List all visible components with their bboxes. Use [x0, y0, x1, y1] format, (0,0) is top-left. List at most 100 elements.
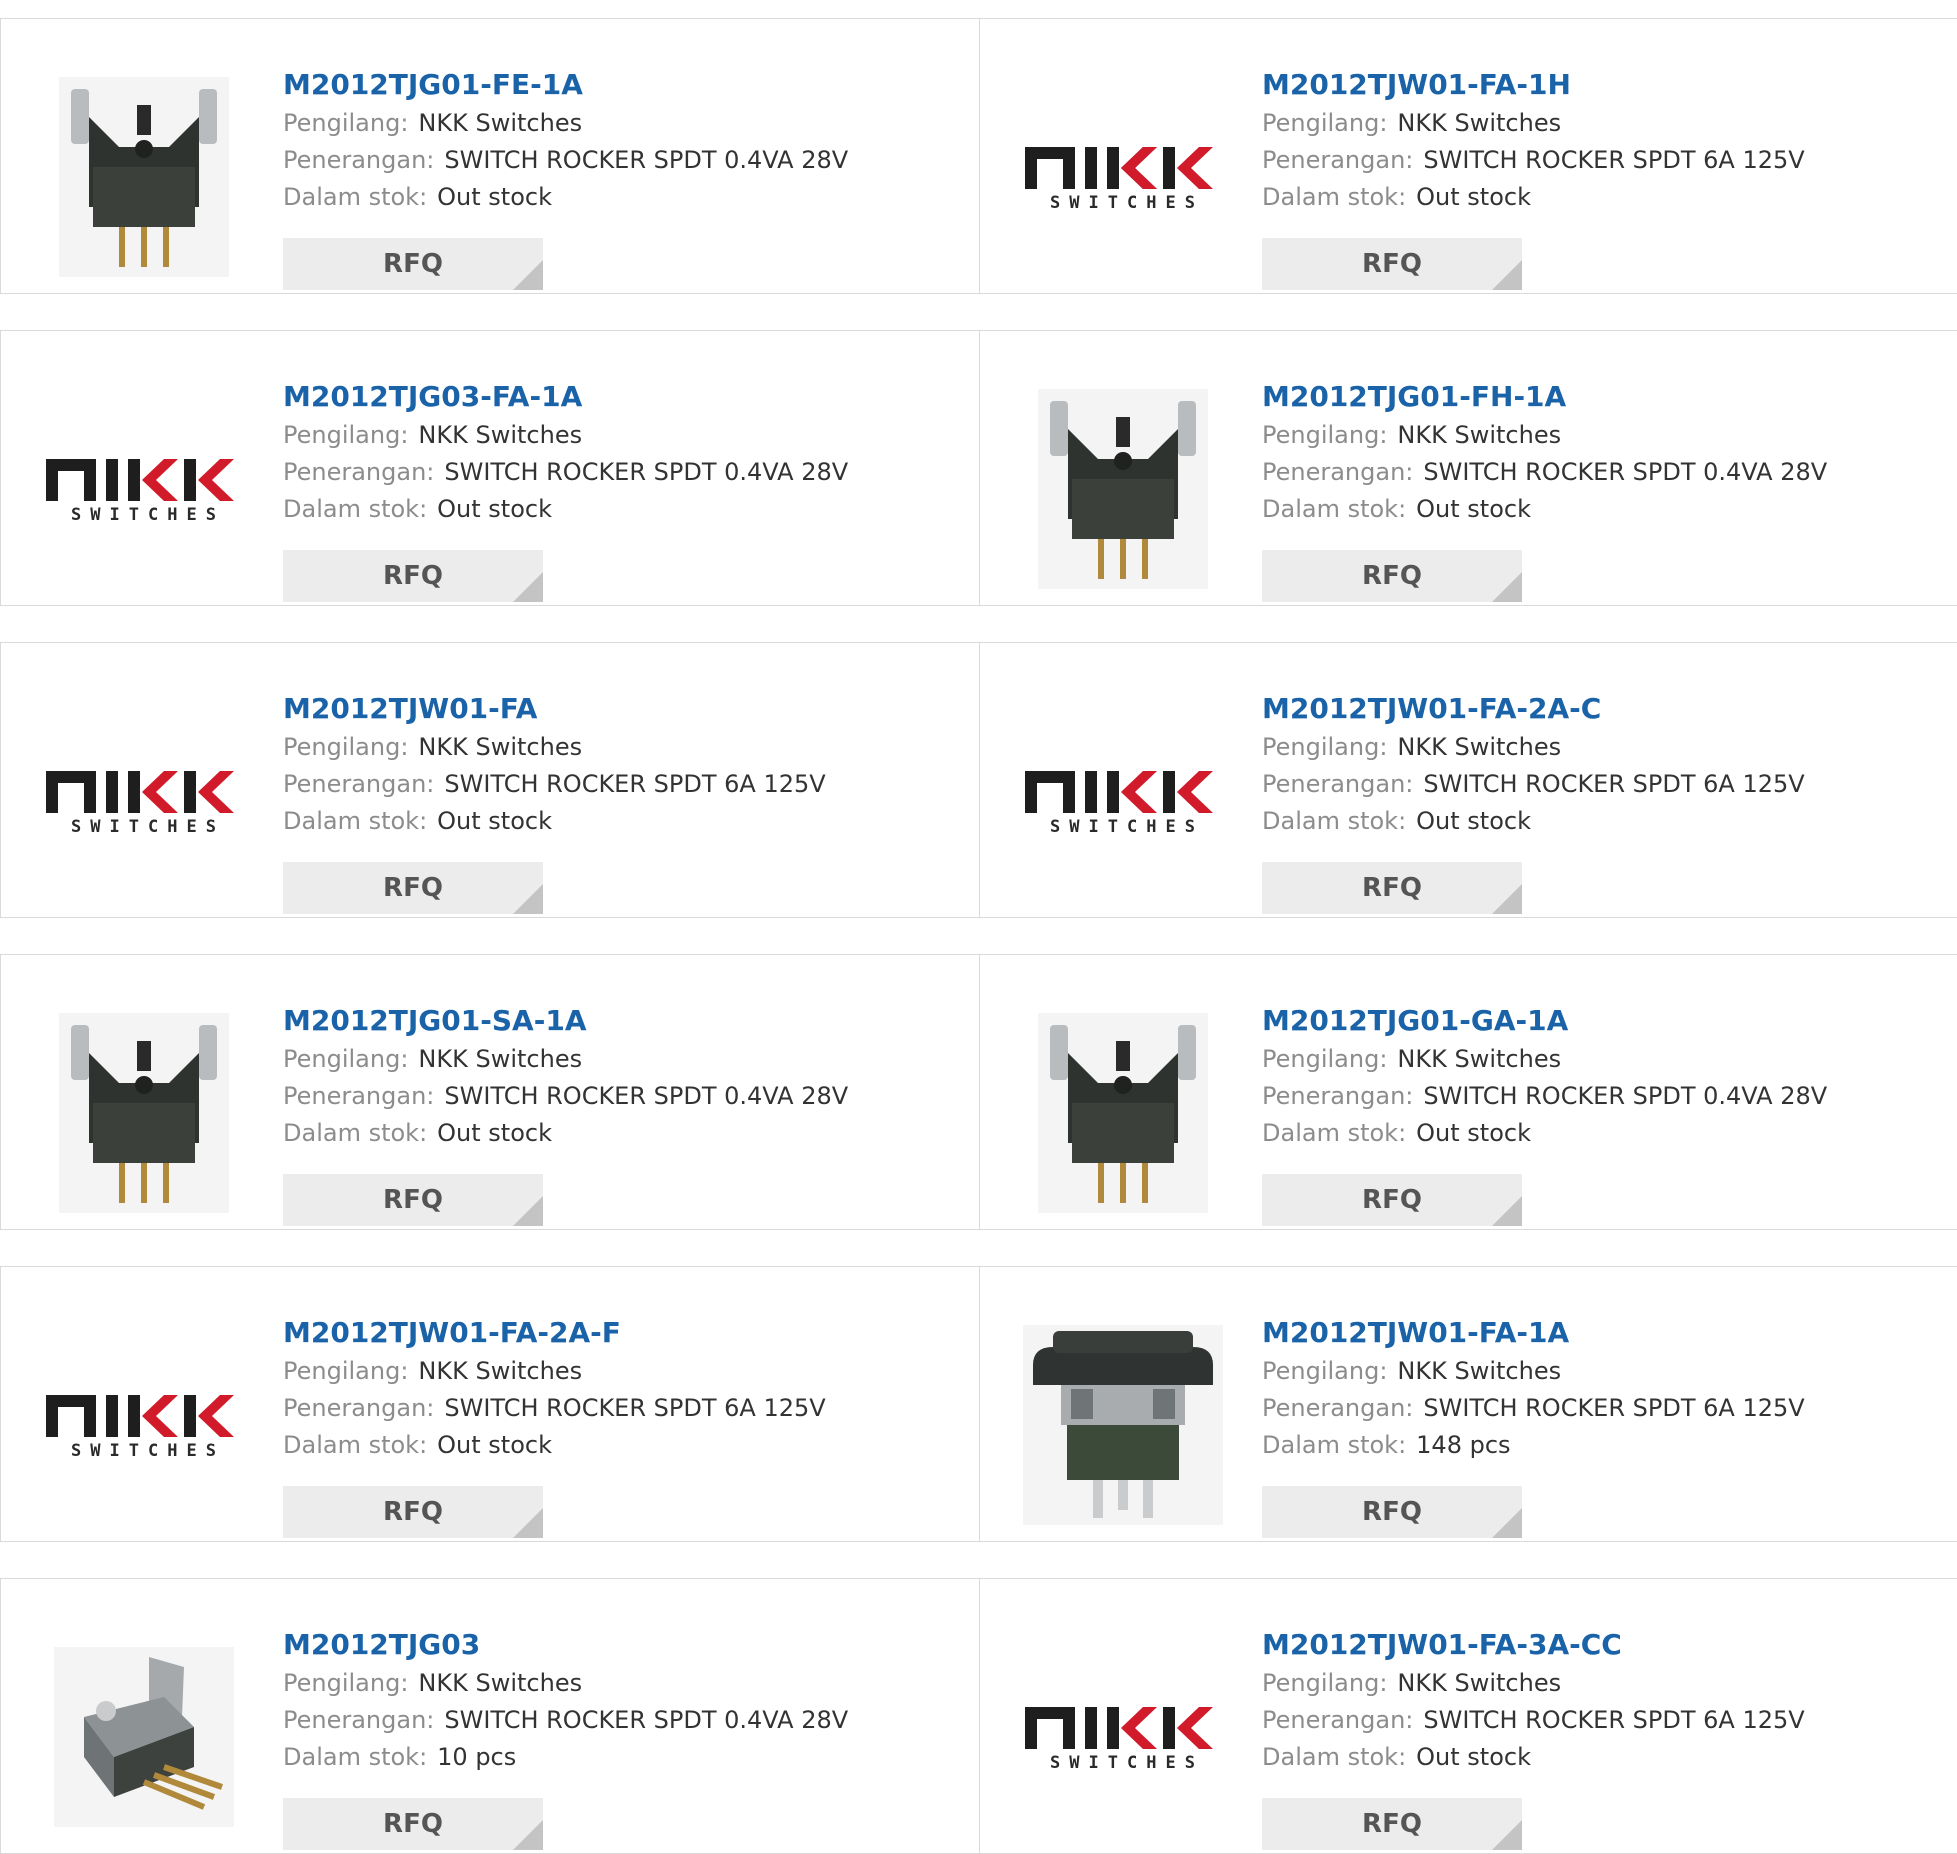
part-number-link[interactable]: M2012TJG01-FH-1A	[1262, 377, 1938, 417]
part-number-link[interactable]: M2012TJG01-SA-1A	[283, 1001, 959, 1041]
nkk-logo: SWITCHES	[1020, 1701, 1226, 1773]
manufacturer-value: NKK Switches	[418, 1669, 583, 1697]
rfq-corner-icon	[1492, 1820, 1522, 1850]
part-number-link[interactable]: M2012TJG01-GA-1A	[1262, 1001, 1938, 1041]
stock-line: Dalam stok: Out stock	[283, 1427, 959, 1464]
part-number-link[interactable]: M2012TJW01-FA-1A	[1262, 1313, 1938, 1353]
rfq-corner-icon	[513, 1820, 543, 1850]
description-line: Penerangan: SWITCH ROCKER SPDT 6A 125V	[283, 766, 959, 803]
rfq-corner-icon	[513, 1196, 543, 1226]
description-value: SWITCH ROCKER SPDT 6A 125V	[1423, 1706, 1805, 1734]
stock-value: 148 pcs	[1416, 1431, 1511, 1459]
stock-line: Dalam stok: Out stock	[283, 803, 959, 840]
product-grid: M2012TJG01-FE-1A Pengilang: NKK Switches …	[0, 0, 1957, 1854]
part-number-link[interactable]: M2012TJG03-FA-1A	[283, 377, 959, 417]
part-number-link[interactable]: M2012TJW01-FA-1H	[1262, 65, 1938, 105]
stock-line: Dalam stok: Out stock	[283, 179, 959, 216]
description-value: SWITCH ROCKER SPDT 0.4VA 28V	[444, 1706, 849, 1734]
stock-label: Dalam stok:	[283, 495, 428, 523]
nkk-logo: SWITCHES	[1020, 141, 1226, 213]
rfq-button[interactable]: RFQ	[283, 1486, 543, 1538]
rfq-label: RFQ	[1362, 1809, 1422, 1839]
stock-line: Dalam stok: Out stock	[1262, 803, 1938, 840]
product-info: M2012TJW01-FA-2A-C Pengilang: NKK Switche…	[1262, 689, 1938, 840]
rfq-label: RFQ	[383, 1185, 443, 1215]
rfq-button[interactable]: RFQ	[1262, 238, 1522, 290]
part-number-link[interactable]: M2012TJG03	[283, 1625, 959, 1665]
rfq-corner-icon	[1492, 1196, 1522, 1226]
product-image[interactable]: SWITCHES	[39, 1325, 249, 1525]
logo-subtitle: SWITCHES	[71, 1441, 225, 1461]
rfq-button[interactable]: RFQ	[283, 1174, 543, 1226]
description-line: Penerangan: SWITCH ROCKER SPDT 0.4VA 28V	[283, 454, 959, 491]
toggle-switch-photo-icon	[1038, 1013, 1208, 1213]
rfq-button[interactable]: RFQ	[283, 862, 543, 914]
product-row: M2012TJG01-SA-1A Pengilang: NKK Switches …	[0, 954, 1957, 1230]
manufacturer-label: Pengilang:	[283, 1045, 409, 1073]
toggle-switch-photo-icon	[59, 77, 229, 277]
rfq-button[interactable]: RFQ	[1262, 1174, 1522, 1226]
product-image[interactable]	[1018, 1013, 1228, 1213]
rfq-corner-icon	[513, 884, 543, 914]
product-image[interactable]	[1018, 1325, 1228, 1525]
stock-label: Dalam stok:	[1262, 495, 1407, 523]
stock-line: Dalam stok: Out stock	[1262, 1115, 1938, 1152]
rfq-button[interactable]: RFQ	[1262, 550, 1522, 602]
part-number-link[interactable]: M2012TJW01-FA-2A-F	[283, 1313, 959, 1353]
rfq-label: RFQ	[1362, 1497, 1422, 1527]
stock-line: Dalam stok: Out stock	[1262, 1739, 1938, 1776]
rfq-label: RFQ	[383, 1809, 443, 1839]
product-image[interactable]: SWITCHES	[1018, 701, 1228, 901]
product-info: M2012TJW01-FA Pengilang: NKK Switches Pen…	[283, 689, 959, 840]
description-value: SWITCH ROCKER SPDT 0.4VA 28V	[444, 146, 849, 174]
product-image[interactable]	[39, 1637, 249, 1837]
part-number-link[interactable]: M2012TJW01-FA-2A-C	[1262, 689, 1938, 729]
description-value: SWITCH ROCKER SPDT 0.4VA 28V	[444, 458, 849, 486]
description-line: Penerangan: SWITCH ROCKER SPDT 0.4VA 28V	[283, 1078, 959, 1115]
product-image[interactable]: SWITCHES	[1018, 1637, 1228, 1837]
product-image[interactable]: SWITCHES	[39, 389, 249, 589]
product-info: M2012TJG01-SA-1A Pengilang: NKK Switches …	[283, 1001, 959, 1152]
description-label: Penerangan:	[1262, 1706, 1414, 1734]
manufacturer-value: NKK Switches	[1397, 109, 1562, 137]
product-image[interactable]: SWITCHES	[39, 701, 249, 901]
toggle-switch-photo-icon	[1038, 389, 1208, 589]
manufacturer-line: Pengilang: NKK Switches	[1262, 1041, 1938, 1078]
logo-subtitle: SWITCHES	[1050, 193, 1204, 213]
description-line: Penerangan: SWITCH ROCKER SPDT 6A 125V	[1262, 1702, 1938, 1739]
rfq-button[interactable]: RFQ	[1262, 1798, 1522, 1850]
description-value: SWITCH ROCKER SPDT 6A 125V	[444, 770, 826, 798]
product-card: SWITCHES M2012TJW01-FA-3A-CC Pengilang: N…	[979, 1578, 1957, 1854]
description-line: Penerangan: SWITCH ROCKER SPDT 6A 125V	[1262, 142, 1938, 179]
angled-switch-photo-icon	[54, 1647, 234, 1827]
rfq-button[interactable]: RFQ	[1262, 862, 1522, 914]
product-card: SWITCHES M2012TJW01-FA-2A-F Pengilang: NK…	[0, 1266, 980, 1542]
manufacturer-label: Pengilang:	[283, 421, 409, 449]
product-image[interactable]	[39, 77, 249, 277]
product-image[interactable]	[1018, 389, 1228, 589]
stock-value: Out stock	[437, 183, 552, 211]
product-image[interactable]: SWITCHES	[1018, 77, 1228, 277]
description-label: Penerangan:	[283, 1082, 435, 1110]
stock-line: Dalam stok: 148 pcs	[1262, 1427, 1938, 1464]
part-number-link[interactable]: M2012TJG01-FE-1A	[283, 65, 959, 105]
rfq-button[interactable]: RFQ	[283, 550, 543, 602]
stock-line: Dalam stok: Out stock	[1262, 491, 1938, 528]
stock-label: Dalam stok:	[283, 1431, 428, 1459]
product-row: M2012TJG01-FE-1A Pengilang: NKK Switches …	[0, 18, 1957, 294]
rfq-corner-icon	[513, 572, 543, 602]
logo-subtitle: SWITCHES	[1050, 1753, 1204, 1773]
manufacturer-label: Pengilang:	[1262, 1045, 1388, 1073]
product-image[interactable]	[39, 1013, 249, 1213]
rfq-button[interactable]: RFQ	[283, 238, 543, 290]
rfq-label: RFQ	[1362, 873, 1422, 903]
product-card: M2012TJG03 Pengilang: NKK Switches Penera…	[0, 1578, 980, 1854]
rfq-button[interactable]: RFQ	[283, 1798, 543, 1850]
stock-value: Out stock	[1416, 1119, 1531, 1147]
nkk-logo: SWITCHES	[1020, 765, 1226, 837]
rfq-button[interactable]: RFQ	[1262, 1486, 1522, 1538]
rfq-corner-icon	[1492, 1508, 1522, 1538]
part-number-link[interactable]: M2012TJW01-FA-3A-CC	[1262, 1625, 1938, 1665]
manufacturer-value: NKK Switches	[1397, 1045, 1562, 1073]
part-number-link[interactable]: M2012TJW01-FA	[283, 689, 959, 729]
